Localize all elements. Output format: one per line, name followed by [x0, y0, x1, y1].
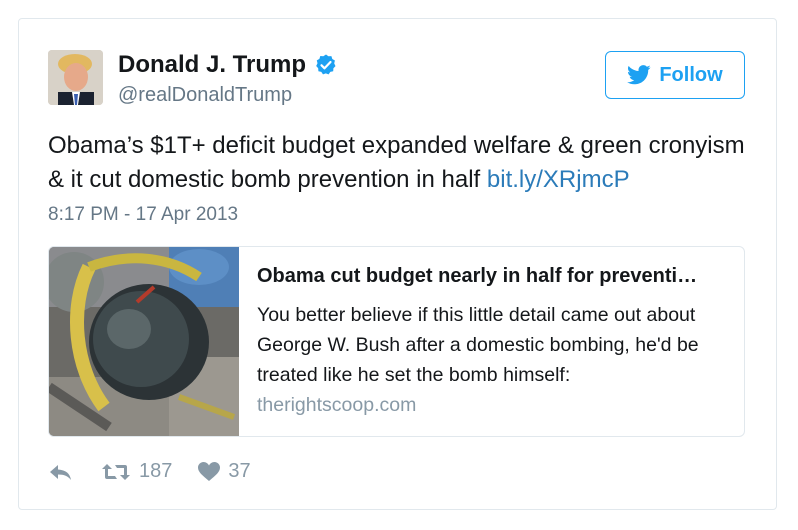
link-description: You better believe if this little detail… [257, 304, 699, 386]
tweet-text: Obama’s $1T+ deficit budget expanded wel… [48, 129, 763, 197]
follow-label: Follow [659, 63, 723, 86]
author-row: Donald J. Trump [118, 51, 338, 79]
reply-button[interactable] [49, 462, 73, 482]
link-thumbnail [49, 247, 239, 436]
link-title[interactable]: Obama cut budget nearly in half for prev… [257, 265, 727, 288]
reply-icon [50, 464, 71, 480]
retweet-button[interactable]: 187 [101, 460, 172, 483]
follow-button[interactable]: Follow [605, 51, 745, 99]
author-handle[interactable]: @realDonaldTrump [118, 84, 292, 107]
tweet-actions: 187 37 [49, 460, 251, 483]
link-preview-card[interactable]: Obama cut budget nearly in half for prev… [48, 246, 745, 437]
avatar[interactable] [48, 50, 103, 105]
retweet-count: 187 [139, 460, 173, 482]
tweet-link[interactable]: bit.ly/XRjmcP [487, 166, 630, 193]
tweet-card: Donald J. Trump @realDonaldTrump Follow … [18, 18, 777, 510]
heart-icon [198, 461, 221, 481]
tweet-body: Obama’s $1T+ deficit budget expanded wel… [48, 132, 745, 193]
link-domain: therightscoop.com [257, 394, 417, 416]
retweet-icon [102, 463, 130, 480]
like-count: 37 [228, 460, 251, 482]
verified-badge-icon [316, 54, 336, 75]
timestamp[interactable]: 8:17 PM - 17 Apr 2013 [48, 204, 238, 226]
author-name[interactable]: Donald J. Trump [118, 51, 306, 79]
twitter-bird-icon [627, 65, 651, 85]
like-button[interactable]: 37 [198, 460, 251, 483]
link-body: Obama cut budget nearly in half for prev… [239, 247, 744, 436]
